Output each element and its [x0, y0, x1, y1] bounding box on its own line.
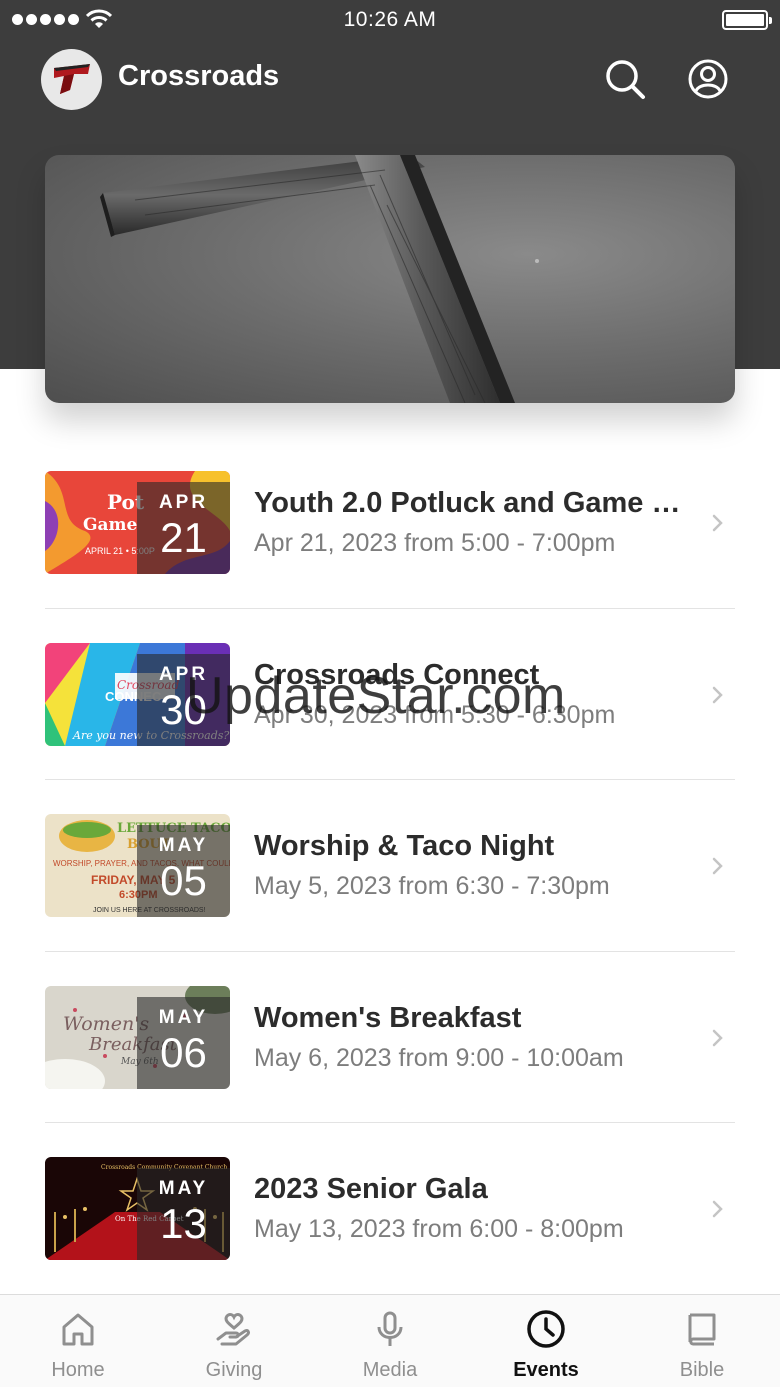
tab-bible[interactable]: Bible — [624, 1295, 780, 1387]
event-day: 05 — [160, 857, 207, 904]
event-thumbnail: Crossroads Community Covenant Church On … — [45, 1157, 230, 1260]
search-icon — [606, 60, 645, 99]
tab-label: Giving — [205, 1359, 263, 1381]
search-button[interactable] — [604, 58, 646, 100]
tab-label: Home — [51, 1359, 105, 1381]
bottom-tab-bar: Home Giving Media Events Bible — [0, 1294, 780, 1387]
chevron-right-icon — [712, 514, 723, 532]
event-thumbnail: Women's Breakfast May 6th MAY 06 — [45, 985, 230, 1089]
event-title: Women's Breakfast — [254, 1001, 522, 1034]
event-time: Apr 30, 2023 from 5:30 - 6:30pm — [254, 700, 616, 729]
event-day: 30 — [160, 685, 207, 733]
tab-events[interactable]: Events — [468, 1295, 624, 1387]
event-time: May 13, 2023 from 6:00 - 8:00pm — [254, 1215, 624, 1243]
event-month: APR — [158, 663, 209, 685]
event-thumbnail: LETTUCE TACO BOUT WORSHIP, PRAYER, AND T… — [45, 814, 230, 917]
event-title: Crossroads Connect — [254, 658, 540, 691]
tab-media[interactable]: Media — [312, 1295, 468, 1387]
event-date-badge: MAY 05 — [137, 825, 230, 917]
tab-label: Media — [362, 1359, 418, 1381]
event-title: 2023 Senior Gala — [254, 1173, 488, 1205]
event-time: May 5, 2023 from 6:30 - 7:30pm — [254, 872, 610, 900]
svg-text:Game: Game — [83, 515, 138, 535]
app-title: Crossroads — [118, 60, 280, 92]
event-list-item[interactable]: LETTUCE TACO BOUT WORSHIP, PRAYER, AND T… — [45, 780, 735, 952]
user-profile-icon — [688, 59, 728, 99]
tab-giving[interactable]: Giving — [156, 1295, 312, 1387]
event-title: Youth 2.0 Potluck and Game Night — [254, 487, 699, 519]
event-month: MAY — [158, 835, 209, 856]
church-logo[interactable] — [41, 49, 102, 110]
event-list-item[interactable]: Crossroads Community Covenant Church On … — [45, 1123, 735, 1295]
event-day: 13 — [160, 1200, 207, 1247]
chevron-right-icon — [712, 686, 723, 703]
tab-home[interactable]: Home — [0, 1295, 156, 1387]
wooden-cross-image — [100, 155, 539, 403]
events-list: Pot Game APRIL 21 • 5:00P APR 21 Youth 2… — [45, 437, 735, 1295]
tab-label: Events — [513, 1359, 579, 1381]
hero-banner-image[interactable] — [45, 155, 735, 403]
event-month: MAY — [158, 1006, 209, 1028]
event-day: 06 — [160, 1028, 207, 1076]
status-bar: 10:26 AM — [0, 0, 780, 40]
event-day: 21 — [160, 514, 207, 561]
event-time: Apr 21, 2023 from 5:00 - 7:00pm — [254, 529, 616, 557]
battery-icon — [722, 10, 772, 30]
profile-button[interactable] — [687, 58, 729, 100]
clock-icon — [527, 1310, 565, 1348]
home-icon — [62, 1313, 94, 1346]
crossroads-logo-icon — [53, 63, 90, 94]
event-date-badge: MAY 06 — [137, 996, 230, 1089]
chevron-right-icon — [712, 1029, 723, 1046]
event-thumbnail: Pot Game APRIL 21 • 5:00P APR 21 — [45, 471, 230, 574]
event-list-item[interactable]: Crossroad CONNEC Are you new to Crossroa… — [45, 609, 735, 780]
event-date-badge: APR 21 — [137, 482, 230, 574]
event-time: May 6, 2023 from 9:00 - 10:00am — [254, 1043, 624, 1072]
event-list-item[interactable]: Women's Breakfast May 6th MAY 06 Women's… — [45, 952, 735, 1123]
event-date-badge: MAY 13 — [137, 1168, 230, 1260]
tab-label: Bible — [679, 1359, 725, 1381]
event-date-badge: APR 30 — [137, 653, 230, 746]
giving-hand-heart-icon — [216, 1312, 250, 1346]
event-title: Worship & Taco Night — [254, 830, 555, 862]
status-time: 10:26 AM — [343, 8, 437, 31]
chevron-right-icon — [712, 1200, 723, 1218]
event-thumbnail: Crossroad CONNEC Are you new to Crossroa… — [45, 642, 230, 746]
event-month: APR — [158, 492, 209, 513]
chevron-right-icon — [712, 857, 723, 875]
book-icon — [688, 1313, 716, 1346]
microphone-icon — [377, 1311, 403, 1346]
event-list-item[interactable]: Pot Game APRIL 21 • 5:00P APR 21 Youth 2… — [45, 437, 735, 609]
event-month: MAY — [158, 1178, 209, 1199]
